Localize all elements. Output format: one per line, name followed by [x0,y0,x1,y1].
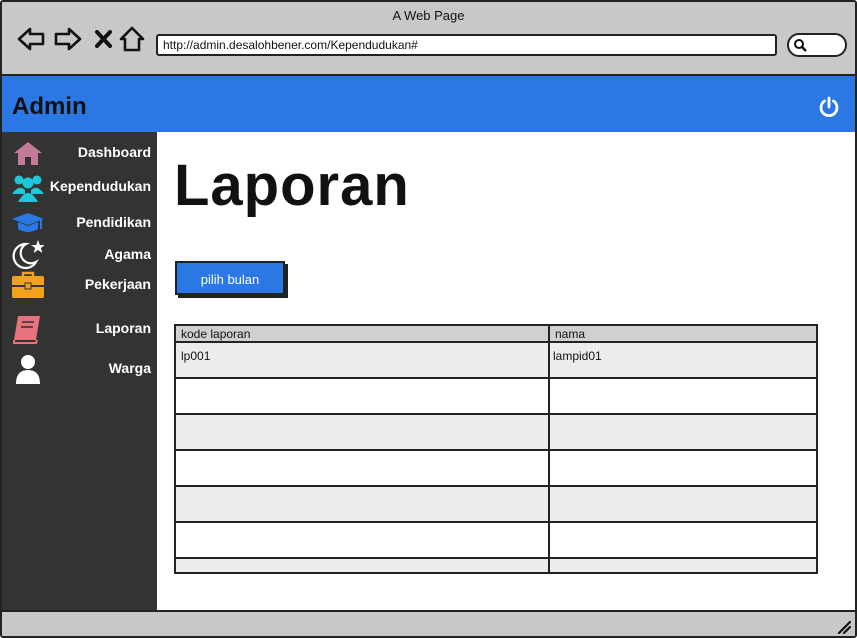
resize-grip-icon[interactable] [837,620,851,634]
stop-icon[interactable] [89,24,119,54]
sidebar: Dashboard Kependudukan Pendidikan Agama … [2,132,157,610]
browser-chrome: A Web Page http://admin.desalohbener.com… [2,2,855,76]
browser-window: A Web Page http://admin.desalohbener.com… [0,0,857,638]
sidebar-item-label: Pendidikan [76,214,151,230]
column-header-nama[interactable]: nama [550,326,816,343]
table-row[interactable] [176,487,816,523]
app-header: Admin [2,76,855,132]
user-icon [16,355,40,384]
browser-search-field[interactable] [787,33,847,57]
forward-icon[interactable] [53,24,83,54]
sidebar-item-warga[interactable]: Warga [2,354,157,384]
home-icon [14,142,42,165]
back-icon[interactable] [16,24,46,54]
sidebar-item-pendidikan[interactable]: Pendidikan [2,208,157,238]
sidebar-item-label: Kependudukan [49,178,151,194]
url-input[interactable]: http://admin.desalohbener.com/Kependuduk… [156,34,777,56]
table-cell: lampid01 [553,349,602,363]
pick-month-button[interactable]: pilih bulan [175,261,285,295]
users-icon [12,175,44,202]
sidebar-item-laporan[interactable]: Laporan [2,314,157,344]
sidebar-item-label: Agama [104,246,151,262]
window-title: A Web Page [392,8,465,23]
graduation-cap-icon [12,213,44,232]
column-divider [548,326,550,572]
sidebar-item-label: Dashboard [77,144,151,160]
sidebar-item-label: Laporan [95,320,151,336]
book-icon [13,316,40,344]
sidebar-item-pekerjaan[interactable]: Pekerjaan [2,270,157,300]
table-row[interactable] [176,451,816,487]
table-row[interactable]: lp001 lampid01 [176,343,816,379]
brand-title: Admin [12,93,87,120]
table-row[interactable] [176,523,816,559]
power-icon[interactable] [818,96,840,118]
table-row[interactable] [176,379,816,415]
search-icon [794,39,807,52]
sidebar-item-agama[interactable]: Agama [2,240,157,270]
status-bar [2,610,855,636]
table-row[interactable] [176,415,816,451]
home-nav-icon[interactable] [117,24,147,54]
table-row[interactable] [176,559,816,572]
briefcase-icon [12,271,44,298]
table-cell: lp001 [181,349,211,363]
report-table: kode laporan nama lp001 lampid01 [174,324,818,574]
sidebar-item-kependudukan[interactable]: Kependudukan [2,172,157,202]
sidebar-item-label: Pekerjaan [84,276,151,292]
sidebar-item-label: Warga [108,360,151,376]
page-title: Laporan [174,153,410,218]
sidebar-item-dashboard[interactable]: Dashboard [2,138,157,168]
column-header-kode[interactable]: kode laporan [176,326,550,343]
moon-star-icon [12,240,44,270]
